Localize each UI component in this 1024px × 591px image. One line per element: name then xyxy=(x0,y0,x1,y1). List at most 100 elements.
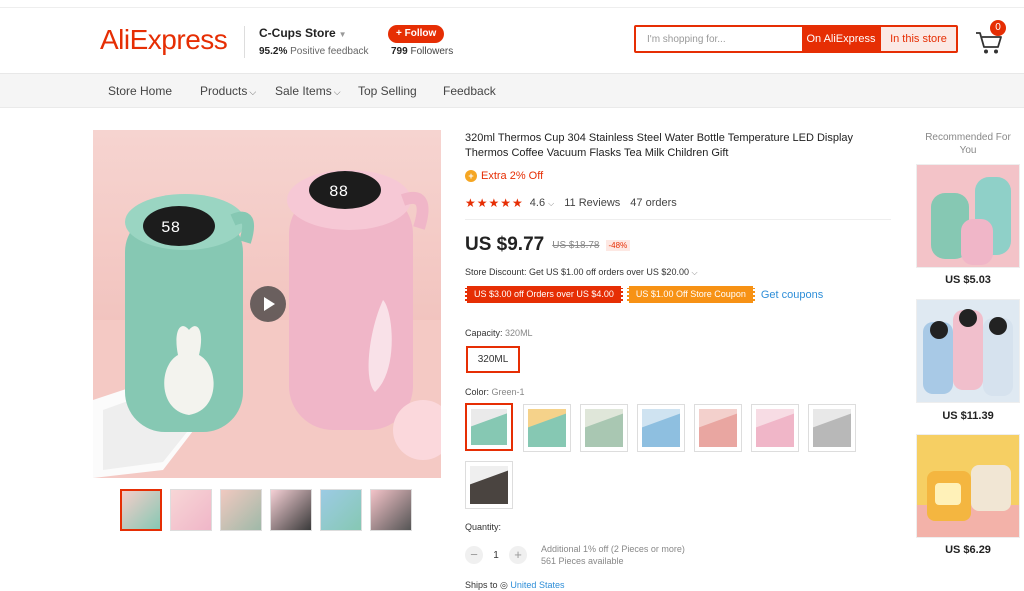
recommended-item-image[interactable] xyxy=(916,434,1020,538)
svg-text:58: 58 xyxy=(161,219,180,237)
ships-to: Ships to ◎ United States xyxy=(465,580,564,591)
get-coupons-link[interactable]: Get coupons xyxy=(761,289,823,301)
store-discount[interactable]: Store Discount: Get US $1.00 off orders … xyxy=(465,267,698,278)
feedback-label: Positive feedback xyxy=(290,46,369,57)
search-store-button[interactable]: In this store xyxy=(880,27,956,51)
coupon-store[interactable]: US $1.00 Off Store Coupon xyxy=(626,286,755,303)
capacity-selected: 320ML xyxy=(505,328,533,338)
cart-count-badge: 0 xyxy=(990,20,1006,36)
reviews-link[interactable]: 11 Reviews xyxy=(564,197,620,209)
header-divider xyxy=(244,26,245,58)
thumbnail[interactable] xyxy=(220,489,262,531)
recommended-item-image[interactable] xyxy=(916,164,1020,268)
store-discount-text: Store Discount: Get US $1.00 off orders … xyxy=(465,267,689,277)
thumbnail[interactable] xyxy=(370,489,412,531)
recommended-item-image[interactable] xyxy=(916,299,1020,403)
color-swatch[interactable] xyxy=(808,404,856,452)
search-box: On AliExpress In this store xyxy=(634,25,958,53)
star-rating-icons: ★★★★★ xyxy=(465,196,524,210)
chevron-down-icon: ▼ xyxy=(338,30,347,39)
capacity-option[interactable]: 320ML xyxy=(466,346,520,373)
thumbnail[interactable] xyxy=(120,489,162,531)
current-price: US $9.77 xyxy=(465,234,545,255)
quantity-stepper: − 1 + Additional 1% off (2 Pieces or mor… xyxy=(465,543,685,567)
divider xyxy=(465,219,891,220)
original-price: US $18.78 xyxy=(552,239,600,251)
chevron-down-icon: ⌵ xyxy=(333,87,341,97)
followers-count: 799 Followers xyxy=(391,46,453,57)
nav-label: Products xyxy=(200,84,248,98)
orders-count: 47 orders xyxy=(630,197,677,209)
thumbnail[interactable] xyxy=(320,489,362,531)
coupons-row: US $3.00 off Orders over US $4.00 US $1.… xyxy=(465,286,823,303)
chevron-down-icon: ⌵ xyxy=(249,87,257,97)
play-video-button[interactable] xyxy=(250,286,286,322)
thumbnail[interactable] xyxy=(170,489,212,531)
quantity-label: Quantity: xyxy=(465,522,502,532)
rating-number: 4.6 xyxy=(529,197,546,209)
quantity-note: Additional 1% off (2 Pieces or more) 561… xyxy=(541,543,685,567)
svg-text:88: 88 xyxy=(329,183,348,201)
quantity-increase-button[interactable]: + xyxy=(509,546,527,564)
color-swatch[interactable] xyxy=(637,404,685,452)
color-selected: Green-1 xyxy=(491,387,525,397)
capacity-label: Capacity: 320ML xyxy=(465,328,533,338)
search-aliexpress-button[interactable]: On AliExpress xyxy=(802,27,880,51)
store-name-label: C-Cups Store xyxy=(259,26,336,40)
chevron-down-icon: ⌵ xyxy=(691,268,698,277)
nav-label: Feedback xyxy=(443,84,496,98)
site-header: AliExpress C-Cups Store ▼ 95.2% Positive … xyxy=(0,8,1024,74)
ships-label: Ships to xyxy=(465,580,498,590)
color-swatch[interactable] xyxy=(523,404,571,452)
thumbnail[interactable] xyxy=(270,489,312,531)
color-swatch[interactable] xyxy=(580,404,628,452)
followers-label: Followers xyxy=(410,46,454,57)
chevron-down-icon: ⌵ xyxy=(548,199,555,208)
location-pin-icon: ◎ xyxy=(500,580,508,590)
nav-feedback[interactable]: Feedback xyxy=(443,84,496,98)
recommended-price: US $5.03 xyxy=(945,274,991,286)
discount-badge: -48% xyxy=(605,239,631,251)
follow-button[interactable]: + Follow xyxy=(388,25,445,43)
store-name[interactable]: C-Cups Store ▼ xyxy=(259,26,347,40)
top-strip xyxy=(0,0,1024,8)
nav-label: Top Selling xyxy=(358,84,417,98)
store-feedback: 95.2% Positive feedback xyxy=(259,46,369,57)
color-swatch[interactable] xyxy=(694,404,742,452)
recommended-photo xyxy=(917,165,1019,267)
aliexpress-logo[interactable]: AliExpress xyxy=(100,24,228,56)
search-input[interactable] xyxy=(636,27,802,51)
nav-store-home[interactable]: Store Home xyxy=(108,84,172,98)
nav-sale-items[interactable]: Sale Items ⌵ xyxy=(275,84,341,98)
color-label: Color: Green-1 xyxy=(465,387,525,397)
color-swatch[interactable] xyxy=(751,404,799,452)
quantity-discount-note: Additional 1% off (2 Pieces or more) xyxy=(541,544,685,554)
product-main-image[interactable]: 58 88 xyxy=(93,130,441,478)
color-swatch[interactable] xyxy=(465,403,513,451)
nav-products[interactable]: Products ⌵ xyxy=(200,84,256,98)
recommended-title: Recommended For You xyxy=(925,132,1011,156)
color-swatch[interactable] xyxy=(465,461,513,509)
nav-label: Sale Items xyxy=(275,84,332,98)
product-title: 320ml Thermos Cup 304 Stainless Steel Wa… xyxy=(465,132,854,159)
quantity-value[interactable]: 1 xyxy=(483,550,509,561)
capacity-label-text: Capacity: xyxy=(465,328,503,338)
ships-country-link[interactable]: United States xyxy=(510,580,564,590)
pieces-available: 561 Pieces available xyxy=(541,556,624,566)
image-thumbnails xyxy=(120,489,420,531)
store-nav: Store Home Products ⌵ Sale Items ⌵ Top Sel… xyxy=(0,74,1024,108)
coin-icon: + xyxy=(465,170,477,182)
feedback-percent: 95.2% xyxy=(259,46,288,57)
recommended-photo xyxy=(917,300,1019,402)
extra-discount: + Extra 2% Off xyxy=(465,170,543,182)
recommended-price: US $11.39 xyxy=(942,410,994,422)
nav-top-selling[interactable]: Top Selling xyxy=(358,84,417,98)
quantity-decrease-button[interactable]: − xyxy=(465,546,483,564)
color-label-text: Color: xyxy=(465,387,490,397)
recommended-price: US $6.29 xyxy=(945,544,991,556)
rating-row: ★★★★★ 4.6 ⌵ 11 Reviews 47 orders xyxy=(465,196,677,210)
extra-discount-label: Extra 2% Off xyxy=(481,170,544,182)
coupon-orders-off[interactable]: US $3.00 off Orders over US $4.00 xyxy=(465,286,623,303)
rating-value[interactable]: 4.6 ⌵ xyxy=(530,197,554,209)
followers-number: 799 xyxy=(391,46,408,57)
